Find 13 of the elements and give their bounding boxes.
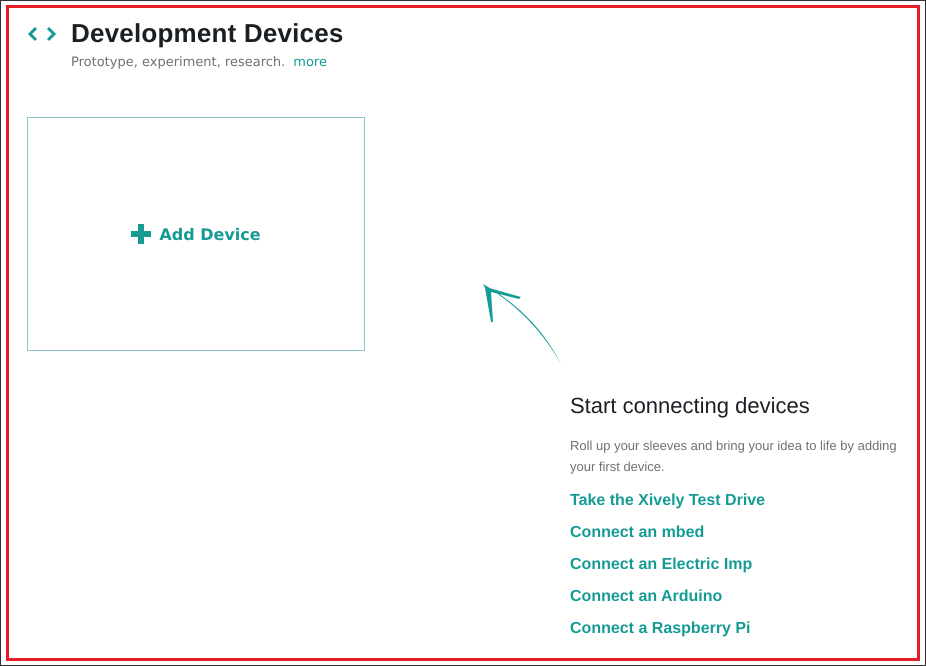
code-icon xyxy=(27,26,57,42)
add-device-button[interactable]: Add Device xyxy=(27,117,365,351)
connect-link[interactable]: Take the Xively Test Drive xyxy=(570,491,766,523)
connect-link[interactable]: Connect an Arduino xyxy=(570,587,722,619)
connect-link[interactable]: Connect an Electric Imp xyxy=(570,555,752,587)
section-description: Roll up your sleeves and bring your idea to life by adding your first device. xyxy=(570,437,898,476)
more-link[interactable]: more xyxy=(293,55,327,70)
section-heading: Start connecting devices xyxy=(570,393,811,419)
page-title: Development Devices xyxy=(71,18,344,49)
page-subtitle: Prototype, experiment, research. xyxy=(71,55,286,70)
connect-link[interactable]: Connect a Raspberry Pi xyxy=(570,619,750,651)
plus-icon xyxy=(131,224,152,244)
connect-link[interactable]: Connect an mbed xyxy=(570,523,704,555)
